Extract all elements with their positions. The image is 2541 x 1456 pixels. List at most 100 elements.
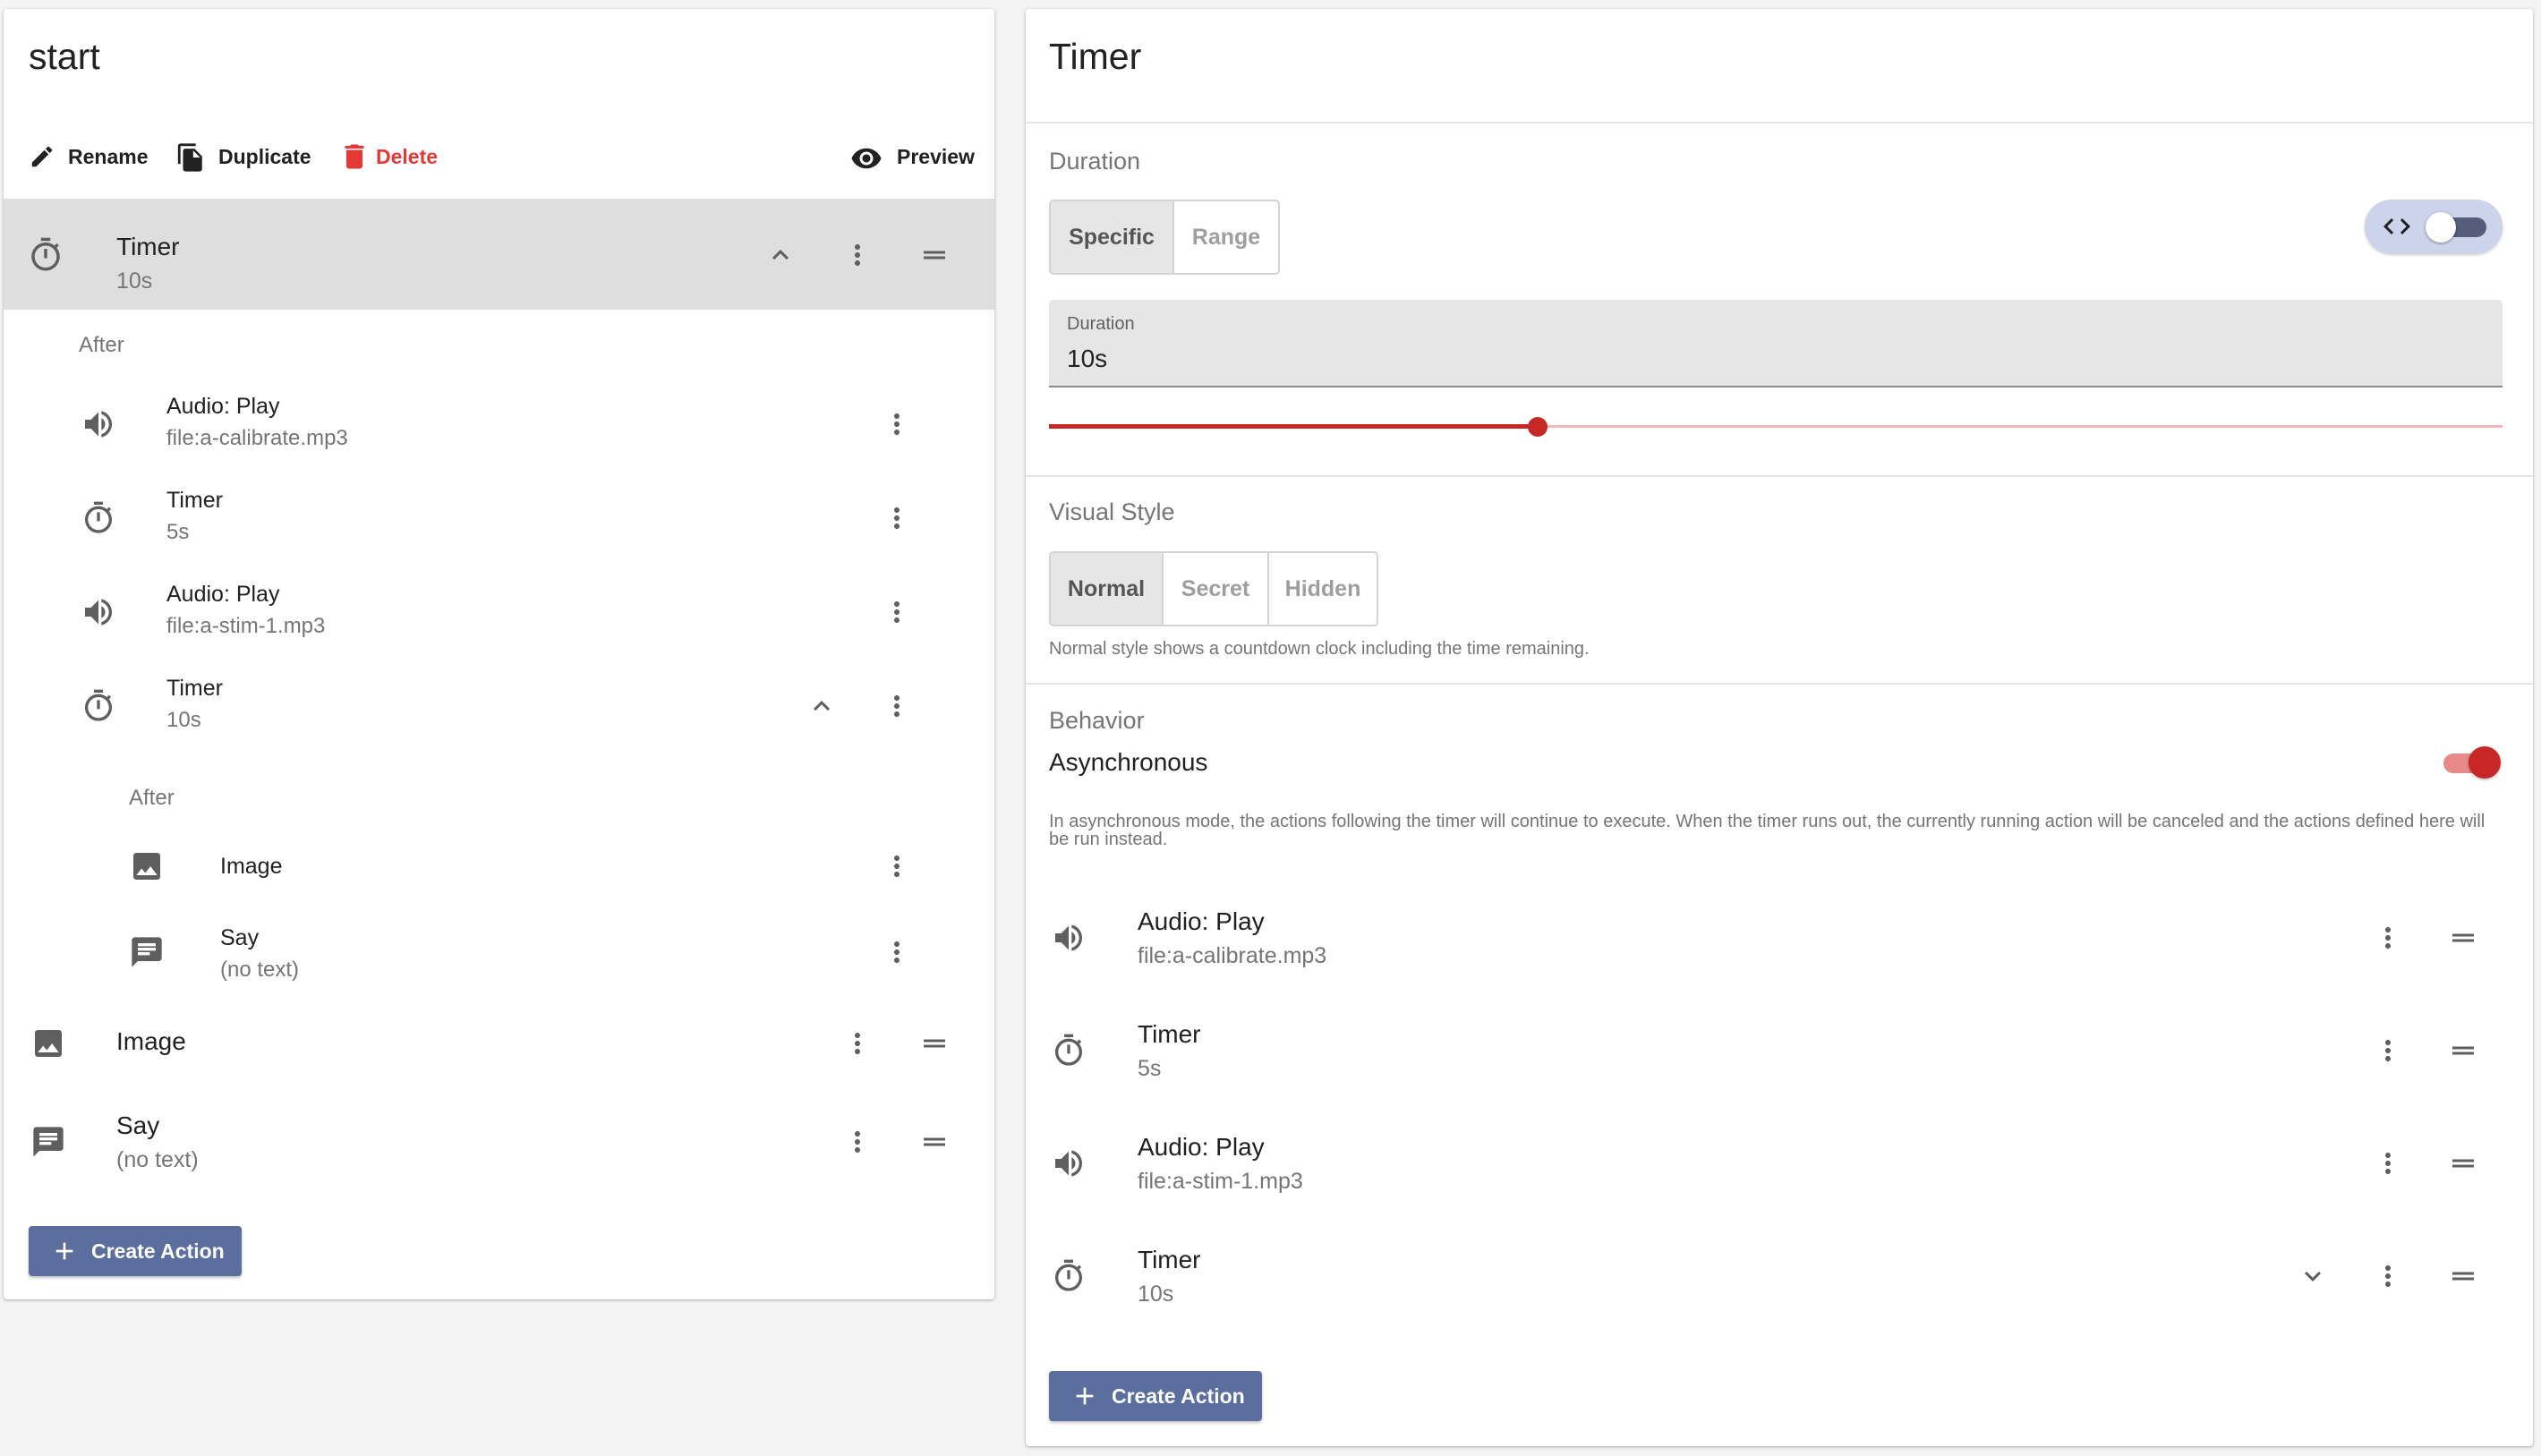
list-item-sub: (no text): [220, 958, 300, 982]
create-action-button[interactable]: Create Action: [29, 1226, 242, 1276]
duplicate-button[interactable]: Duplicate: [174, 134, 326, 181]
volume-icon: [1051, 920, 1087, 956]
drag-handle-icon[interactable]: [2445, 922, 2481, 954]
list-item-label: Timer: [166, 488, 223, 513]
list-item-sub: (no text): [116, 1147, 199, 1172]
chevron-up-icon[interactable]: [764, 239, 797, 271]
code-toggle[interactable]: [2365, 200, 2503, 253]
action-row[interactable]: Audio: Play file:a-stim-1.mp3: [1026, 1111, 2533, 1219]
asynchronous-label: Asynchronous: [1049, 748, 1208, 776]
drag-handle-icon[interactable]: [917, 1126, 952, 1158]
more-icon[interactable]: [881, 596, 913, 628]
style-secret[interactable]: Secret: [1164, 553, 1269, 625]
list-item-label: Audio: Play: [166, 582, 280, 607]
list-item[interactable]: Audio: Play file:a-stim-1.mp3: [57, 575, 952, 657]
toggle-thumb: [2469, 746, 2501, 779]
eye-icon: [850, 142, 883, 175]
more-icon[interactable]: [881, 936, 913, 968]
list-item-sub: 5s: [166, 520, 190, 544]
action-row[interactable]: Timer 5s: [1026, 999, 2533, 1106]
sequence-panel: start Rename Duplicate Delete Preview Ti…: [4, 9, 994, 1299]
preview-button[interactable]: Preview: [850, 134, 985, 181]
behavior-heading: Behavior: [1049, 707, 1145, 734]
edit-icon: [29, 143, 55, 170]
mode-range[interactable]: Range: [1174, 201, 1278, 273]
add-icon: [50, 1237, 79, 1265]
more-icon[interactable]: [881, 408, 913, 440]
list-item-label: Image: [116, 1027, 186, 1055]
list-item[interactable]: Say (no text): [4, 1099, 988, 1188]
selected-action-row[interactable]: Timer 10s: [4, 199, 994, 310]
visual-style-note: Normal style shows a countdown clock inc…: [1049, 639, 1590, 659]
delete-label: Delete: [376, 145, 439, 168]
slider-fill: [1049, 424, 1538, 429]
drag-handle-icon[interactable]: [2445, 1260, 2481, 1292]
action-sub: file:a-stim-1.mp3: [1138, 1169, 1303, 1194]
delete-button[interactable]: Delete: [338, 134, 455, 181]
rename-label: Rename: [68, 145, 149, 168]
action-row[interactable]: Audio: Play file:a-calibrate.mp3: [1026, 886, 2533, 993]
duplicate-label: Duplicate: [218, 145, 311, 168]
action-label: Timer: [1138, 1246, 1201, 1273]
list-item-label: Say: [220, 925, 260, 950]
toggle-thumb: [2426, 212, 2456, 243]
more-icon[interactable]: [841, 1027, 874, 1060]
asynchronous-toggle[interactable]: [2443, 745, 2503, 782]
divider: [1026, 683, 2533, 685]
list-item-sub: file:a-stim-1.mp3: [166, 614, 326, 638]
chevron-down-icon[interactable]: [2297, 1260, 2329, 1292]
action-label: Timer: [116, 233, 180, 260]
code-icon: [2381, 210, 2413, 243]
style-hidden[interactable]: Hidden: [1269, 553, 1377, 625]
action-sub: 10s: [116, 268, 153, 294]
slider-thumb[interactable]: [1527, 417, 1548, 437]
duration-slider[interactable]: [1049, 413, 2503, 440]
more-icon[interactable]: [2372, 1035, 2404, 1067]
timer-icon: [1051, 1033, 1087, 1069]
delete-icon: [338, 140, 371, 173]
list-item[interactable]: Timer 10s: [57, 668, 952, 751]
more-icon[interactable]: [881, 850, 913, 882]
list-item[interactable]: Say (no text): [120, 913, 961, 995]
rename-button[interactable]: Rename: [25, 134, 165, 181]
image-icon: [30, 1026, 66, 1061]
editor-title: Timer: [1049, 36, 1142, 77]
more-icon[interactable]: [881, 502, 913, 534]
volume-icon: [1051, 1145, 1087, 1181]
list-item-label: Timer: [166, 676, 223, 701]
timer-editor-panel: Timer Duration Specific Range Duration 1…: [1026, 9, 2533, 1446]
style-normal[interactable]: Normal: [1051, 553, 1164, 625]
image-icon: [129, 848, 165, 884]
more-icon[interactable]: [2372, 922, 2404, 954]
after-heading: After: [79, 333, 124, 357]
more-icon[interactable]: [881, 690, 913, 722]
after-heading: After: [129, 786, 175, 810]
list-item-sub: 10s: [166, 708, 201, 732]
action-label: Audio: Play: [1138, 1133, 1265, 1161]
list-item-label: Audio: Play: [166, 394, 280, 419]
preview-label: Preview: [897, 145, 975, 168]
more-icon[interactable]: [2372, 1260, 2404, 1292]
action-sub: 10s: [1138, 1281, 1174, 1307]
drag-handle-icon[interactable]: [2445, 1147, 2481, 1179]
drag-handle-icon[interactable]: [917, 239, 952, 271]
list-item[interactable]: Audio: Play file:a-calibrate.mp3: [57, 387, 952, 469]
action-sub: file:a-calibrate.mp3: [1138, 943, 1327, 968]
list-item[interactable]: Timer 5s: [57, 481, 952, 563]
create-action-button[interactable]: Create Action: [1049, 1371, 1262, 1421]
drag-handle-icon[interactable]: [917, 1027, 952, 1060]
duration-field-label: Duration: [1067, 314, 1135, 334]
timer-icon: [27, 236, 64, 274]
more-icon[interactable]: [2372, 1147, 2404, 1179]
duration-field[interactable]: Duration 10s: [1049, 300, 2503, 387]
chevron-up-icon[interactable]: [806, 690, 838, 722]
action-row[interactable]: Timer 10s: [1026, 1224, 2533, 1332]
list-item[interactable]: Image: [120, 834, 961, 898]
drag-handle-icon[interactable]: [2445, 1035, 2481, 1067]
mode-specific[interactable]: Specific: [1051, 201, 1174, 273]
more-icon[interactable]: [841, 1126, 874, 1158]
list-item[interactable]: Image: [4, 1004, 988, 1086]
create-action-label: Create Action: [91, 1239, 225, 1263]
more-icon[interactable]: [841, 239, 874, 271]
divider: [1026, 122, 2533, 123]
